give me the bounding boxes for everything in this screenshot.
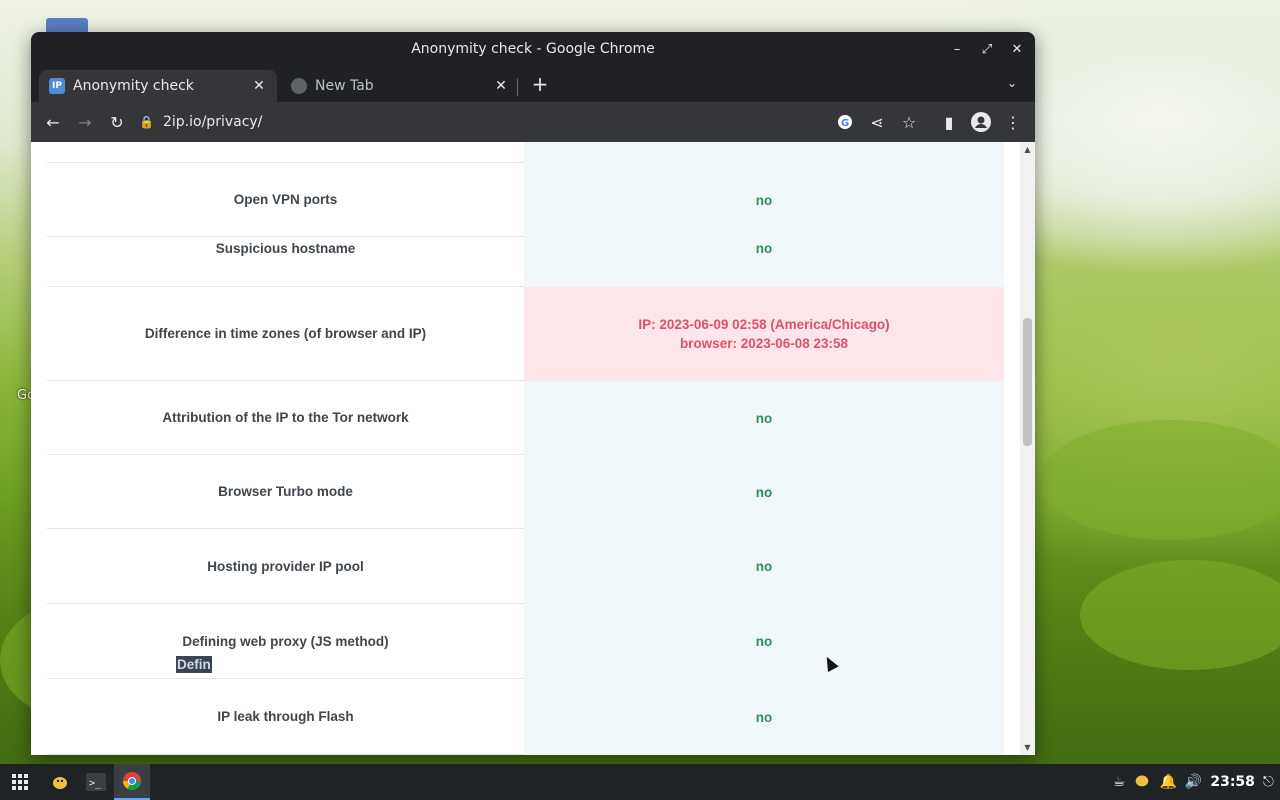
label-cell: Open VPN ports: [47, 163, 524, 237]
check-label: Difference in time zones (of browser and…: [144, 326, 427, 341]
url-text[interactable]: 2ip.io/privacy/: [163, 114, 262, 130]
taskbar: >_ ☕ 🔔 🔊 23:58 ⎋: [0, 764, 1280, 800]
chrome-window: Anonymity check - Google Chrome – ⤢ ✕ IP…: [31, 32, 1035, 755]
value-cell: no: [524, 529, 1004, 604]
label-cell: IP leak through Flash: [47, 679, 524, 755]
table-row: [47, 142, 1004, 163]
chrome-app-icon[interactable]: [114, 764, 150, 800]
title-bar: Anonymity check - Google Chrome – ⤢ ✕: [31, 32, 1035, 68]
label-cell: Hosting provider IP pool: [47, 529, 524, 604]
share-icon[interactable]: ⋖: [863, 108, 891, 136]
clock[interactable]: 23:58: [1210, 774, 1255, 790]
google-lens-icon[interactable]: G: [831, 108, 859, 136]
terminal-app-icon[interactable]: >_: [78, 764, 114, 800]
tab-close-icon[interactable]: ✕: [493, 78, 509, 94]
check-value: no: [755, 484, 773, 500]
tab-anonymity-check[interactable]: IP Anonymity check ✕: [39, 70, 277, 102]
page-viewport: Open VPN ports no Suspicious hostname no…: [31, 142, 1035, 755]
address-bar[interactable]: 🔒 2ip.io/privacy/: [139, 106, 839, 138]
label-cell: Defining web proxy (JS method): [47, 604, 524, 679]
back-arrow-icon[interactable]: ←: [39, 108, 67, 136]
check-label: Browser Turbo mode: [218, 484, 353, 499]
table-row: IP leak through Flash no: [47, 679, 1004, 755]
side-panel-icon[interactable]: ▮: [935, 108, 963, 136]
label-cell: Suspicious hostname: [47, 237, 524, 287]
value-cell: no: [524, 163, 1004, 237]
svg-text:G: G: [841, 118, 849, 129]
tab-label: New Tab: [315, 78, 374, 94]
table-row: Open VPN ports no: [47, 163, 1004, 237]
tray-app-icon[interactable]: [1133, 771, 1151, 793]
check-label: Open VPN ports: [233, 192, 338, 207]
scrollbar-thumb[interactable]: [1023, 318, 1032, 446]
check-value: no: [755, 192, 773, 208]
caffeine-cup-icon[interactable]: ☕: [1113, 774, 1126, 790]
maximize-button[interactable]: ⤢: [979, 42, 995, 58]
table-row: Browser Turbo mode no: [47, 455, 1004, 529]
chrome-favicon-icon: [291, 78, 307, 94]
check-label: Attribution of the IP to the Tor network: [162, 410, 409, 425]
kebab-menu-icon[interactable]: ⋮: [999, 108, 1027, 136]
tab-new-tab[interactable]: New Tab ✕: [281, 70, 519, 102]
profile-avatar-icon[interactable]: [967, 108, 995, 136]
value-cell: no: [524, 679, 1004, 755]
table-row: Suspicious hostname no: [47, 237, 1004, 287]
minimize-button[interactable]: –: [949, 42, 965, 58]
volume-icon[interactable]: 🔊: [1185, 774, 1202, 790]
selected-text: Defin: [176, 656, 212, 673]
check-label: IP leak through Flash: [217, 709, 354, 724]
check-value: no: [755, 559, 773, 574]
value-cell: no: [524, 604, 1004, 679]
notification-bell-icon[interactable]: 🔔: [1159, 774, 1176, 790]
label-cell: [47, 142, 524, 163]
ip-favicon-icon: IP: [49, 78, 65, 94]
new-tab-button[interactable]: +: [530, 74, 550, 94]
app-launcher-grid-icon[interactable]: [2, 764, 38, 800]
value-cell: IP: 2023-06-09 02:58 (America/Chicago) b…: [524, 287, 1004, 381]
wallpaper-hill: [1040, 420, 1280, 540]
label-cell: Attribution of the IP to the Tor network: [47, 381, 524, 455]
file-manager-app-icon[interactable]: [42, 764, 78, 800]
tab-separator: [517, 78, 518, 96]
value-cell: no: [524, 455, 1004, 529]
label-cell: Difference in time zones (of browser and…: [47, 287, 524, 381]
close-button[interactable]: ✕: [1009, 42, 1025, 58]
tab-search-chevron-icon[interactable]: ⌄: [1007, 76, 1017, 90]
forward-arrow-icon[interactable]: →: [71, 108, 99, 136]
tab-strip: IP Anonymity check ✕ New Tab ✕ + ⌄: [31, 68, 1035, 102]
scroll-up-arrow-icon[interactable]: ▲: [1023, 145, 1032, 154]
table-row: Attribution of the IP to the Tor network…: [47, 381, 1004, 455]
tab-label: Anonymity check: [73, 78, 194, 94]
check-value: no: [755, 709, 773, 725]
check-value: no: [755, 241, 773, 256]
value-cell: no: [524, 237, 1004, 287]
reload-icon[interactable]: ↻: [103, 108, 131, 136]
check-value: no: [755, 634, 773, 649]
check-label: Hosting provider IP pool: [207, 558, 364, 574]
value-cell: no: [524, 381, 1004, 455]
window-title: Anonymity check - Google Chrome: [411, 41, 655, 57]
label-cell: Browser Turbo mode: [47, 455, 524, 529]
svg-text:>_: >_: [89, 778, 102, 789]
wallpaper-hill: [1080, 560, 1280, 670]
tab-close-icon[interactable]: ✕: [251, 78, 267, 94]
check-value-line: browser: 2023-06-08 23:58: [679, 336, 849, 351]
toolbar: ← → ↻ 🔒 2ip.io/privacy/ G ⋖ ☆ ▮ ⋮: [31, 102, 1035, 142]
table-row: Difference in time zones (of browser and…: [47, 287, 1004, 381]
check-value-line: IP: 2023-06-09 02:58 (America/Chicago): [638, 317, 890, 332]
bookmark-star-icon[interactable]: ☆: [895, 108, 923, 136]
scroll-down-arrow-icon[interactable]: ▼: [1023, 743, 1032, 752]
vertical-scrollbar[interactable]: ▲ ▼: [1020, 142, 1035, 755]
check-value: no: [755, 410, 773, 426]
check-label: Defining web proxy (JS method): [182, 633, 389, 649]
value-cell: [524, 142, 1004, 163]
lock-icon[interactable]: 🔒: [139, 115, 155, 129]
check-label: Suspicious hostname: [215, 241, 356, 256]
system-tray: ☕ 🔔 🔊 23:58 ⎋: [1113, 764, 1274, 800]
logout-icon[interactable]: ⎋: [1263, 774, 1274, 790]
table-row: Hosting provider IP pool no: [47, 529, 1004, 604]
